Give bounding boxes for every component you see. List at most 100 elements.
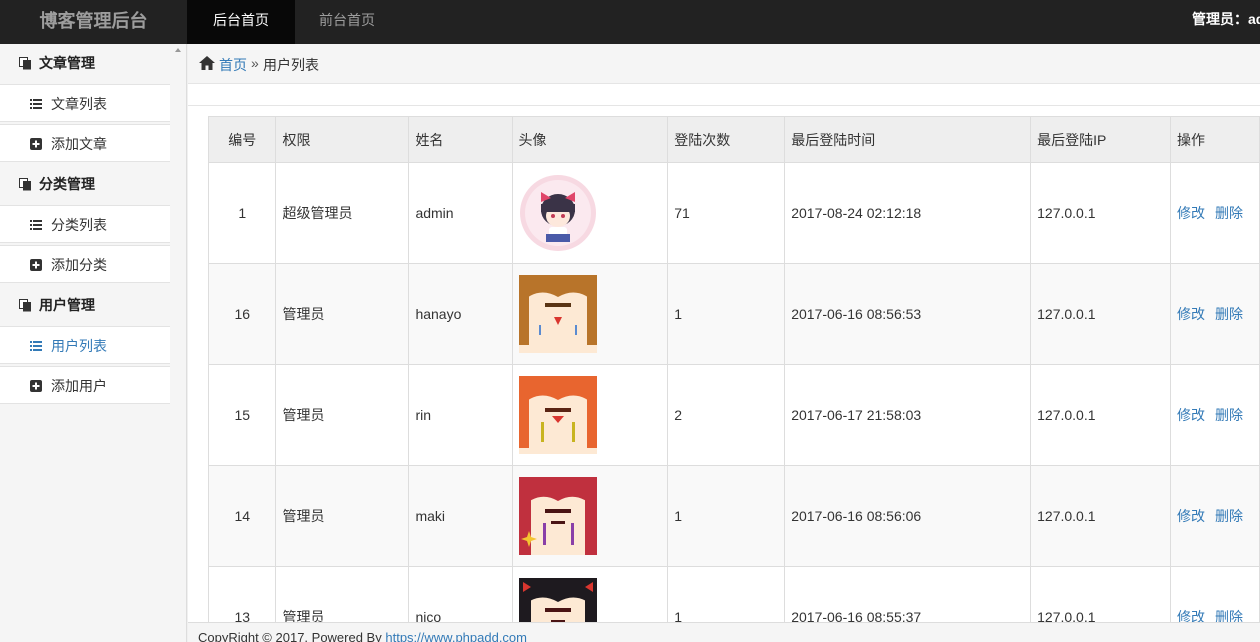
current-user-label[interactable]: 管理员：admin: [1192, 0, 1260, 44]
cell-actions: 修改 删除: [1169, 263, 1260, 365]
sidebar-section-users[interactable]: 用户管理: [0, 286, 170, 324]
column-header-last-login-ip[interactable]: 最后登陆IP: [1030, 116, 1171, 163]
tab-front-home[interactable]: 前台首页: [295, 0, 399, 44]
copy-icon: [19, 299, 31, 312]
sidebar-section-title: 用户管理: [39, 297, 95, 313]
list-icon: [30, 99, 42, 109]
cell-avatar: [511, 162, 669, 264]
table-row: 1 超级管理员 admin 71 2017-08-24 02:12:18 127…: [207, 162, 1260, 264]
copy-icon: [19, 57, 31, 70]
sidebar-item-label: 添加文章: [51, 136, 107, 152]
cell-id: 15: [207, 364, 277, 466]
cell-avatar: [511, 364, 669, 466]
cell-avatar: [511, 263, 669, 365]
brand-title[interactable]: 博客管理后台: [0, 0, 187, 44]
cell-avatar: [511, 465, 669, 567]
sidebar-item-label: 添加分类: [51, 257, 107, 273]
column-header-name[interactable]: 姓名: [408, 116, 513, 163]
column-header-id[interactable]: 编号: [207, 116, 277, 163]
sidebar-item-article-list[interactable]: 文章列表: [0, 84, 170, 122]
cell-role: 超级管理员: [275, 162, 410, 264]
column-header-avatar[interactable]: 头像: [511, 116, 669, 163]
plus-square-icon: [30, 259, 42, 271]
sidebar-section-articles[interactable]: 文章管理: [0, 44, 170, 82]
table-row: 15 管理员 rin 2 2017-06-17 21:58:03 127.0.0…: [207, 364, 1260, 466]
home-icon: [199, 56, 215, 70]
cell-name: maki: [408, 465, 513, 567]
list-icon: [30, 220, 42, 230]
breadcrumb-home-link[interactable]: 首页: [219, 55, 247, 75]
cell-actions: 修改 删除: [1169, 465, 1260, 567]
cell-last-login-time: 2017-06-16 08:56:06: [784, 465, 1032, 567]
divider: [188, 105, 1260, 106]
cell-last-login-ip: 127.0.0.1: [1030, 162, 1171, 264]
cell-name: rin: [408, 364, 513, 466]
cell-role: 管理员: [275, 364, 410, 466]
table-header-row: 编号 权限 姓名 头像 登陆次数 最后登陆时间 最后登陆IP 操作: [207, 116, 1260, 163]
sidebar-item-add-user[interactable]: 添加用户: [0, 366, 170, 404]
cell-role: 管理员: [275, 465, 410, 567]
cell-login-count: 1: [667, 465, 786, 567]
breadcrumb-current: 用户列表: [263, 57, 319, 73]
cell-name: admin: [408, 162, 513, 264]
scroll-up-arrow-icon[interactable]: [175, 48, 181, 52]
column-header-login-count[interactable]: 登陆次数: [667, 116, 786, 163]
cell-last-login-time: 2017-06-17 21:58:03: [784, 364, 1032, 466]
table-row: 14 管理员 maki 1 2017-06-16 08:56:06 127.0.…: [207, 465, 1260, 567]
column-header-actions: 操作: [1169, 116, 1260, 163]
cell-role: 管理员: [275, 263, 410, 365]
footer-copyright: CopyRight © 2017. Powered By: [198, 630, 386, 642]
cell-actions: 修改 删除: [1169, 364, 1260, 466]
cell-name: hanayo: [408, 263, 513, 365]
edit-link[interactable]: 修改: [1177, 407, 1205, 423]
tab-admin-home[interactable]: 后台首页: [187, 0, 295, 44]
column-header-role[interactable]: 权限: [275, 116, 410, 163]
sidebar-item-label: 文章列表: [51, 96, 107, 112]
cell-last-login-time: 2017-08-24 02:12:18: [784, 162, 1032, 264]
brown-hair-avatar: [518, 275, 597, 353]
delete-link[interactable]: 删除: [1215, 407, 1243, 423]
orange-hair-avatar: [518, 376, 597, 454]
sidebar-item-label: 添加用户: [51, 378, 107, 394]
sidebar-section-title: 文章管理: [39, 55, 95, 71]
sidebar-item-add-article[interactable]: 添加文章: [0, 124, 170, 162]
plus-square-icon: [30, 380, 42, 392]
main-content: 首页 » 用户列表 编号 权限 姓名 头像 登陆次数 最后登陆时间 最后登陆IP…: [188, 44, 1260, 642]
user-table: 编号 权限 姓名 头像 登陆次数 最后登陆时间 最后登陆IP 操作 1 超级管理…: [207, 116, 1260, 642]
sidebar: 文章管理 文章列表 添加文章 分类管理 分类列表 添加分类 用户管理 用户列表 …: [0, 44, 187, 642]
delete-link[interactable]: 删除: [1215, 205, 1243, 221]
cell-last-login-ip: 127.0.0.1: [1030, 364, 1171, 466]
delete-link[interactable]: 删除: [1215, 508, 1243, 524]
edit-link[interactable]: 修改: [1177, 205, 1205, 221]
cell-last-login-ip: 127.0.0.1: [1030, 263, 1171, 365]
cell-last-login-time: 2017-06-16 08:56:53: [784, 263, 1032, 365]
list-icon: [30, 341, 42, 351]
cell-id: 1: [207, 162, 277, 264]
footer-link[interactable]: https://www.phpadd.com: [385, 630, 527, 642]
sidebar-section-categories[interactable]: 分类管理: [0, 165, 170, 203]
breadcrumb-separator: »: [251, 55, 259, 71]
sidebar-item-label: 分类列表: [51, 217, 107, 233]
cell-id: 14: [207, 465, 277, 567]
sidebar-item-add-category[interactable]: 添加分类: [0, 245, 170, 283]
copy-icon: [19, 178, 31, 191]
cell-last-login-ip: 127.0.0.1: [1030, 465, 1171, 567]
edit-link[interactable]: 修改: [1177, 306, 1205, 322]
top-navbar: 博客管理后台 后台首页 前台首页 管理员：admin: [0, 0, 1260, 44]
sidebar-item-category-list[interactable]: 分类列表: [0, 205, 170, 243]
delete-link[interactable]: 删除: [1215, 306, 1243, 322]
sidebar-section-title: 分类管理: [39, 176, 95, 192]
cell-login-count: 2: [667, 364, 786, 466]
cell-actions: 修改 删除: [1169, 162, 1260, 264]
edit-link[interactable]: 修改: [1177, 508, 1205, 524]
sidebar-item-user-list[interactable]: 用户列表: [0, 326, 170, 364]
red-hair-avatar: [518, 477, 597, 555]
cell-id: 16: [207, 263, 277, 365]
pink-chibi-avatar: [519, 175, 596, 251]
cell-login-count: 1: [667, 263, 786, 365]
column-header-last-login-time[interactable]: 最后登陆时间: [784, 116, 1032, 163]
plus-square-icon: [30, 138, 42, 150]
breadcrumb: 首页 » 用户列表: [188, 44, 1260, 84]
table-row: 16 管理员 hanayo 1 2017-06-16 08:56:53 127.…: [207, 263, 1260, 365]
cell-login-count: 71: [667, 162, 786, 264]
